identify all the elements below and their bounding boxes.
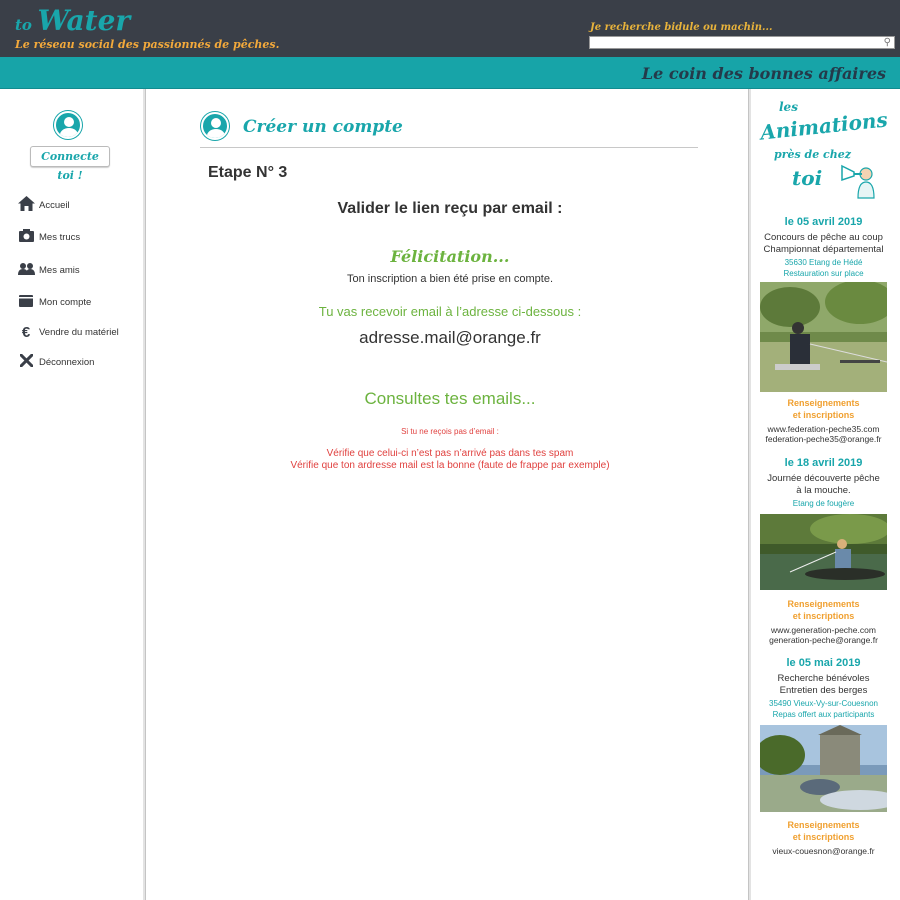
sidebar-item-accueil[interactable]: Accueil	[16, 195, 70, 215]
event-place: Restauration sur place	[783, 269, 864, 278]
search-icon[interactable]: ⚲	[884, 37, 891, 49]
event-info: Renseignements et inscriptions www.feder…	[756, 397, 891, 444]
sidebar-item-label: Mes trucs	[39, 231, 81, 243]
event-info: Renseignements et inscriptions vieux-cou…	[756, 819, 891, 856]
animations-title-toi: toi	[792, 166, 823, 190]
event-info-label: et inscriptions	[792, 611, 855, 621]
event-description: à la mouche.	[796, 485, 851, 496]
user-avatar-icon[interactable]	[54, 111, 82, 139]
event-date: le 05 mai 2019	[786, 657, 861, 669]
sidebar-item-deconnexion[interactable]: Déconnexion	[16, 352, 94, 372]
euro-icon: €	[21, 323, 31, 341]
event-photo	[760, 725, 887, 812]
email-notice-text: Tu vas recevoir email à l’adresse ci-des…	[318, 304, 582, 319]
page-title: Créer un compte	[243, 117, 403, 137]
connect-button[interactable]: Connecte toi !	[30, 146, 110, 182]
sidebar-item-label: Mes amis	[39, 264, 80, 276]
event-date: le 18 avril 2019	[784, 457, 863, 469]
event-website-link[interactable]: www.federation-peche35.com	[756, 424, 891, 434]
logo[interactable]: to Water	[15, 4, 130, 37]
event-info-label: et inscriptions	[792, 832, 855, 842]
sidebar-item-label: Mon compte	[39, 296, 92, 308]
logo-prefix: to	[15, 16, 32, 34]
megaphone-person-icon	[841, 164, 875, 199]
sidebar-item-mes-trucs[interactable]: Mes trucs	[16, 227, 80, 247]
congrats-text: Félicitation...	[390, 247, 510, 266]
sidebar-item-mes-amis[interactable]: Mes amis	[16, 260, 80, 280]
event-info-label: Renseignements	[787, 398, 860, 408]
logo-word: Water	[37, 4, 131, 37]
left-divider	[143, 89, 146, 900]
event-photo	[760, 514, 887, 590]
event-email-link[interactable]: vieux-couesnon@orange.fr	[756, 846, 891, 856]
search-input[interactable]: ⚲	[589, 36, 895, 49]
camera-icon	[16, 228, 36, 246]
sidebar-item-label: Déconnexion	[39, 356, 95, 368]
event-place: 35490 Vieux-Vy-sur-Couesnon	[769, 699, 878, 708]
home-icon	[16, 195, 36, 215]
event-description: Recherche bénévoles	[777, 673, 870, 684]
event-description: Concours de pêche au coup	[764, 232, 883, 243]
top-header: to Water Le réseau social des passionnés…	[0, 0, 900, 57]
email-address: adresse.mail@orange.fr	[359, 328, 541, 347]
right-divider	[748, 89, 751, 900]
event-info-label: et inscriptions	[792, 410, 855, 420]
sidebar-item-label: Accueil	[39, 199, 70, 211]
tagline: Le réseau social des passionnés de pêche…	[15, 38, 280, 51]
sidebar-item-vendre[interactable]: € Vendre du matériel	[16, 322, 119, 342]
event-photo	[760, 282, 887, 392]
event-place: 35630 Etang de Hédé	[784, 258, 863, 267]
event-description: Journée découverte pêche	[767, 473, 880, 484]
close-icon	[16, 353, 36, 371]
wallet-icon	[16, 294, 36, 311]
banner-title[interactable]: Le coin des bonnes affaires	[642, 64, 886, 83]
event-card: le 18 avril 2019 Journée découverte pêch…	[756, 457, 891, 509]
event-description: Entretien des berges	[779, 685, 868, 696]
step-label: Etape N° 3	[208, 164, 288, 181]
animations-title-les: les	[779, 100, 798, 114]
account-avatar-icon	[201, 112, 229, 140]
sidebar-item-mon-compte[interactable]: Mon compte	[16, 292, 91, 312]
event-website-link[interactable]: www.generation-peche.com	[756, 625, 891, 635]
event-info-label: Renseignements	[787, 820, 860, 830]
search-hint: Je recherche bidule ou machin...	[590, 22, 773, 33]
event-card: le 05 avril 2019 Concours de pêche au co…	[756, 216, 891, 279]
event-email-link[interactable]: federation-peche35@orange.fr	[756, 434, 891, 444]
validate-heading: Valider le lien reçu par email :	[337, 200, 563, 217]
sidebar-item-label: Vendre du matériel	[39, 326, 119, 338]
registration-confirm-text: Ton inscription a bien été prise en comp…	[346, 273, 554, 285]
event-info: Renseignements et inscriptions www.gener…	[756, 598, 891, 645]
event-card: le 05 mai 2019 Recherche bénévoles Entre…	[756, 657, 891, 720]
event-info-label: Renseignements	[787, 599, 860, 609]
banner-bar: Le coin des bonnes affaires	[0, 57, 900, 89]
event-place: Repas offert aux participants	[772, 710, 875, 719]
address-hint: Vérifie que ton ardresse mail est la bon…	[290, 460, 610, 471]
event-description: Championnat départemental	[763, 244, 884, 255]
no-email-heading: Si tu ne reçois pas d’email :	[401, 427, 499, 436]
spam-hint: Vérifie que celui-ci n’est pas n’arrivé …	[326, 448, 574, 459]
event-email-link[interactable]: generation-peche@orange.fr	[756, 635, 891, 645]
check-emails-text: Consultes tes emails...	[364, 389, 536, 408]
users-icon	[16, 262, 36, 279]
event-date: le 05 avril 2019	[784, 216, 863, 228]
event-place: Etang de fougère	[792, 499, 855, 508]
title-divider	[200, 147, 698, 148]
